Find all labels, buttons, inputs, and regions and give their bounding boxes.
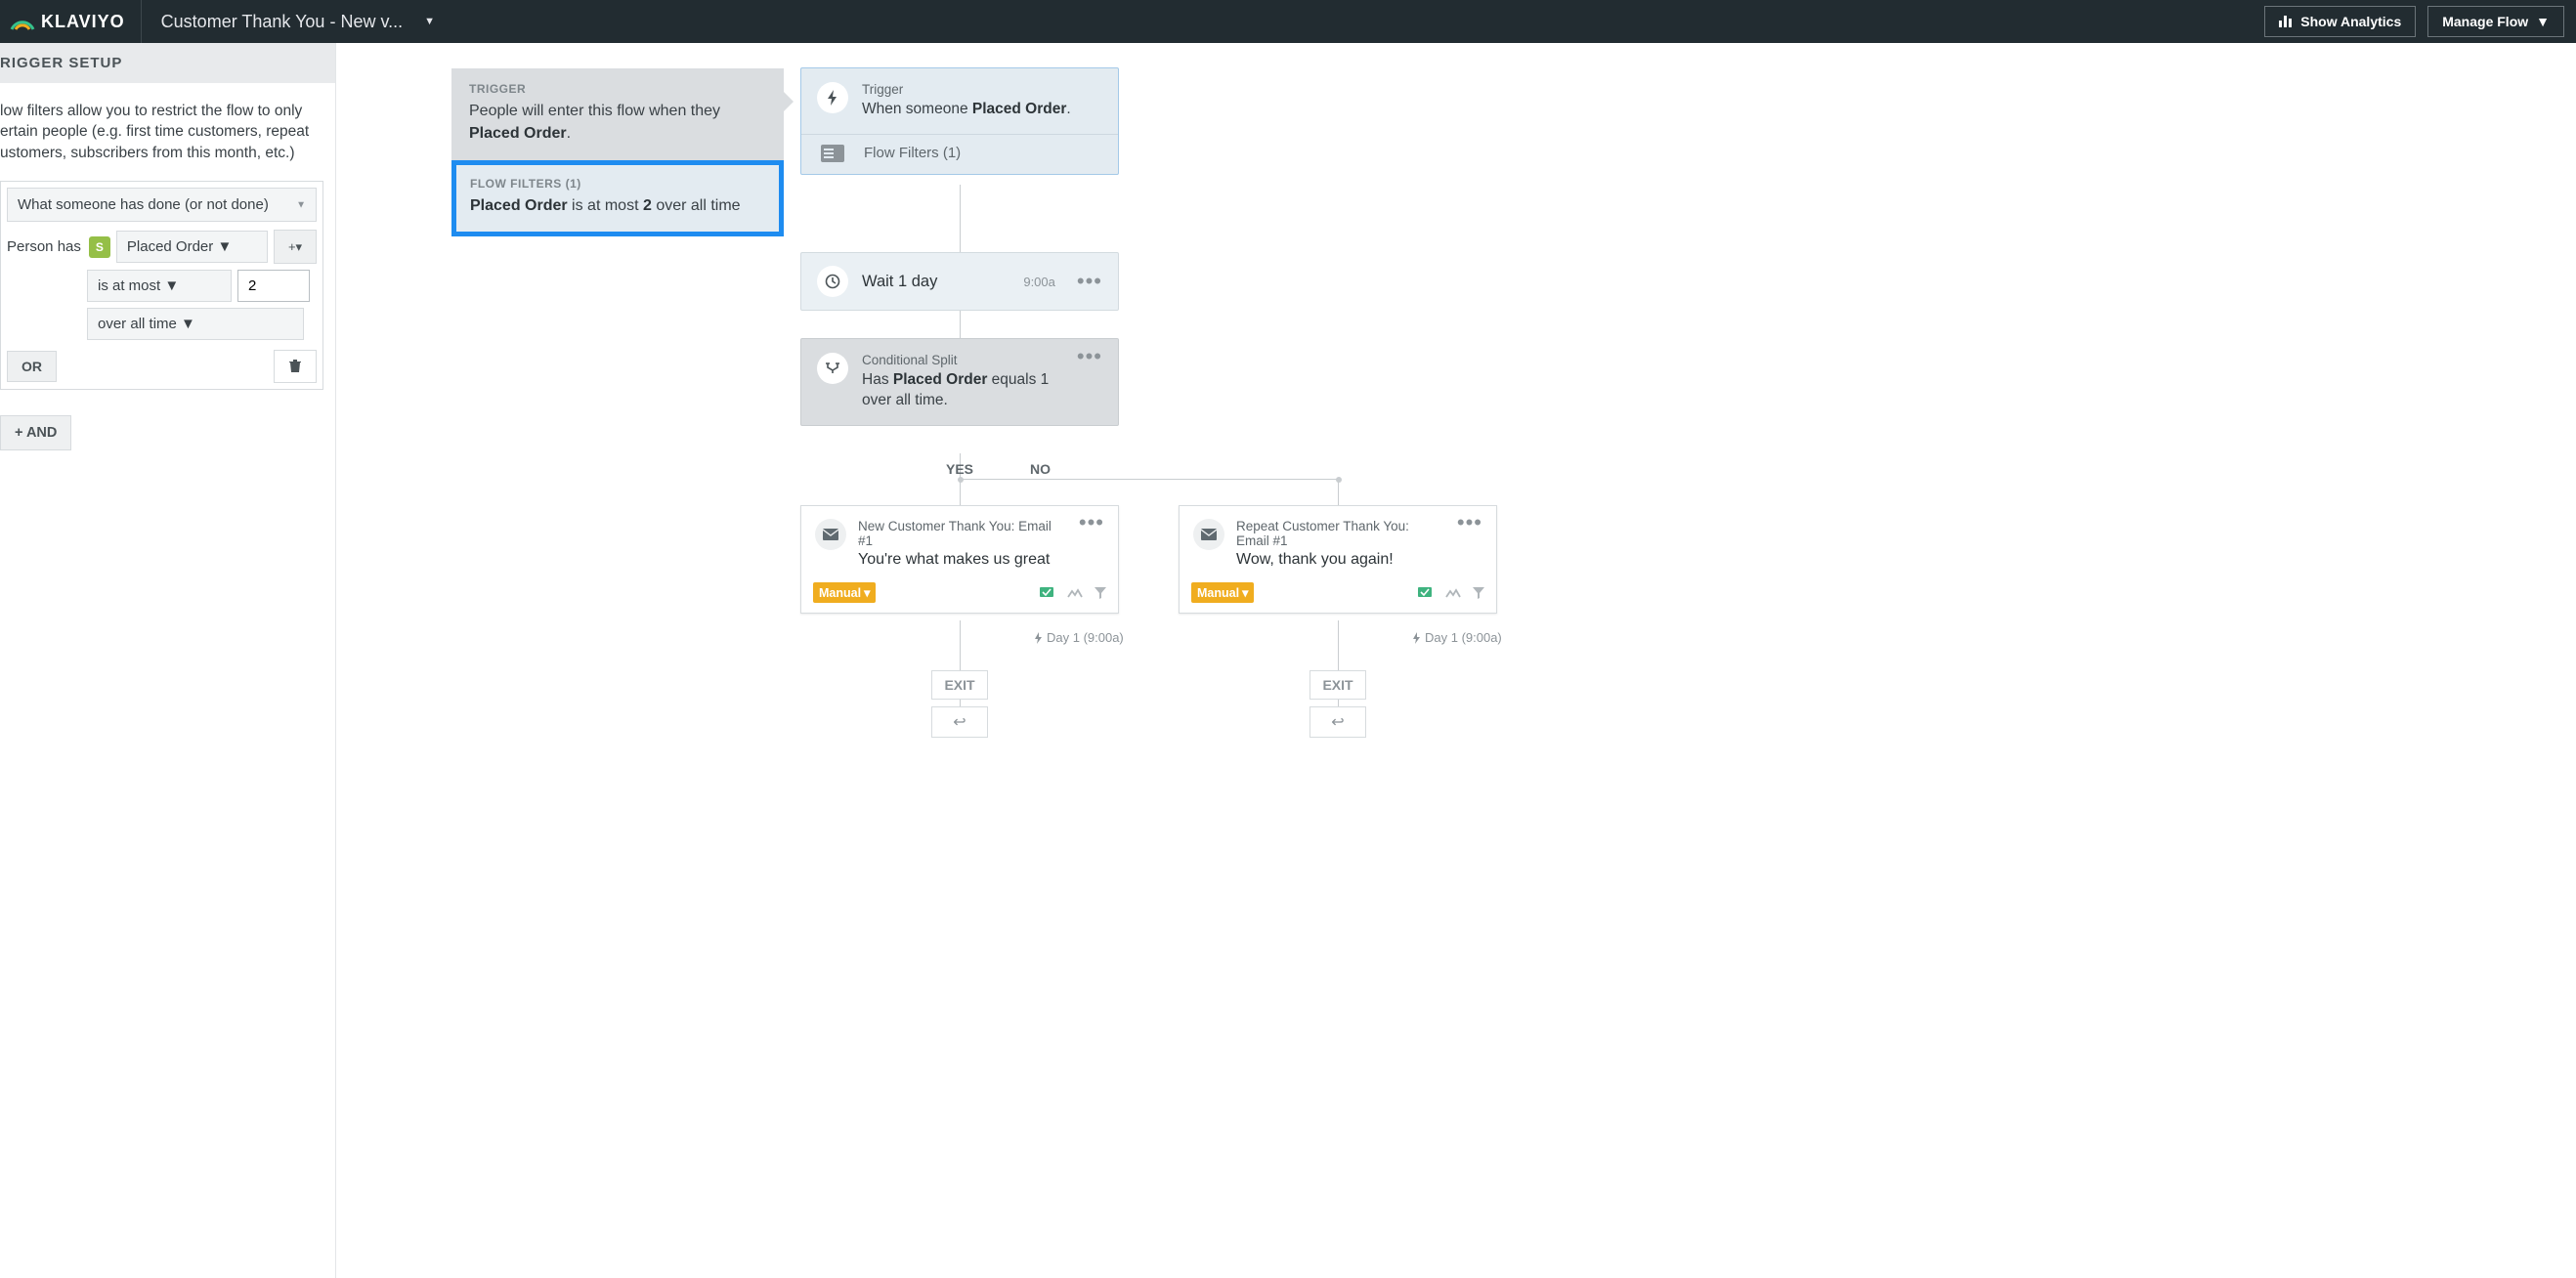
return-node[interactable]: ↩ — [1309, 706, 1366, 738]
chevron-down-icon: ▼ — [217, 238, 232, 255]
help-text: low filters allow you to restrict the fl… — [0, 101, 323, 163]
envelope-icon — [815, 519, 846, 550]
filter-group: What someone has done (or not done) ▼ Pe… — [0, 181, 323, 390]
flow-filters-popover[interactable]: FLOW FILTERS (1) Placed Order is at most… — [451, 160, 784, 235]
day-timestamp: Day 1 (9:00a) — [1412, 630, 1502, 645]
node-title: Trigger — [862, 82, 1071, 97]
wait-time: 9:00a — [1023, 275, 1055, 289]
return-icon: ↩ — [953, 714, 966, 731]
connector-dot — [1336, 477, 1342, 483]
filter-list-icon — [821, 145, 844, 162]
no-branch-label: NO — [1030, 461, 1051, 477]
trigger-setup-panel: RIGGER SETUP low filters allow you to re… — [0, 43, 336, 1278]
caret-down-icon: ▼ — [2536, 14, 2550, 29]
email-subject: Wow, thank you again! — [1236, 551, 1445, 569]
node-description: Has Placed Order equals 1 over all time. — [862, 370, 1063, 411]
shopify-icon: S — [89, 236, 110, 258]
connector-line — [1338, 699, 1339, 706]
flow-name-dropdown[interactable]: Customer Thank You - New v... ▼ — [142, 12, 435, 32]
add-filter-button[interactable]: +▾ — [274, 230, 317, 264]
day-timestamp: Day 1 (9:00a) — [1034, 630, 1124, 645]
manual-badge[interactable]: Manual ▾ — [1191, 582, 1254, 603]
exit-node[interactable]: EXIT — [931, 670, 988, 700]
trash-icon — [289, 360, 301, 373]
email-title: Repeat Customer Thank You: Email #1 — [1236, 519, 1445, 548]
connector-dot — [958, 477, 964, 483]
manage-flow-button[interactable]: Manage Flow ▼ — [2427, 6, 2564, 37]
trigger-node[interactable]: Trigger When someone Placed Order. Flow … — [800, 67, 1119, 175]
more-menu-button[interactable]: ••• — [1457, 519, 1482, 528]
filter-summary: Placed Order is at most 2 over all time — [470, 194, 765, 217]
more-menu-button[interactable]: ••• — [1077, 353, 1102, 362]
or-button[interactable]: OR — [7, 351, 57, 382]
trigger-popover: TRIGGER People will enter this flow when… — [451, 68, 784, 236]
envelope-icon — [1193, 519, 1224, 550]
klaviyo-arc-icon — [8, 8, 35, 35]
metric-select[interactable]: Placed Order ▼ — [116, 231, 268, 263]
wait-text: Wait 1 day — [862, 273, 1009, 291]
top-bar: KLAVIYO Customer Thank You - New v... ▼ … — [0, 0, 2576, 43]
connector-line — [960, 620, 961, 670]
connector-line — [1338, 620, 1339, 670]
open-rate-icon — [1067, 587, 1083, 599]
flow-filters-row[interactable]: Flow Filters (1) — [801, 134, 1118, 174]
manual-badge[interactable]: Manual ▾ — [813, 582, 876, 603]
trigger-description: People will enter this flow when they Pl… — [469, 100, 766, 145]
return-icon: ↩ — [1331, 714, 1344, 731]
funnel-icon: +▾ — [288, 239, 302, 255]
person-has-label: Person has — [7, 238, 83, 255]
bolt-icon — [1034, 632, 1043, 644]
bolt-icon — [817, 82, 848, 113]
brand-text: KLAVIYO — [41, 12, 125, 32]
conditional-split-node[interactable]: Conditional Split Has Placed Order equal… — [800, 338, 1119, 426]
open-rate-icon — [1445, 587, 1461, 599]
flow-name-text: Customer Thank You - New v... — [161, 12, 403, 32]
comparator-select[interactable]: is at most ▼ — [87, 270, 232, 302]
connector-line — [960, 479, 1339, 480]
filter-count: Flow Filters (1) — [864, 145, 961, 161]
return-node[interactable]: ↩ — [931, 706, 988, 738]
panel-header: RIGGER SETUP — [0, 43, 335, 83]
caret-down-icon: ▼ — [424, 16, 435, 27]
node-title: Conditional Split — [862, 353, 1063, 367]
chevron-down-icon: ▼ — [296, 199, 306, 210]
flow-canvas[interactable]: TRIGGER People will enter this flow when… — [336, 43, 2576, 1278]
timeframe-select[interactable]: over all time ▼ — [87, 308, 304, 340]
delivered-icon — [1418, 586, 1434, 600]
bar-chart-icon — [2279, 16, 2293, 27]
bolt-icon — [1412, 632, 1421, 644]
delete-filter-button[interactable] — [274, 350, 317, 383]
chevron-down-icon: ▼ — [164, 277, 179, 294]
and-button[interactable]: + AND — [0, 415, 71, 450]
clock-icon — [817, 266, 848, 297]
trigger-popover-top[interactable]: TRIGGER People will enter this flow when… — [451, 68, 784, 160]
funnel-icon — [1473, 587, 1484, 599]
filters-label: FLOW FILTERS (1) — [470, 177, 765, 191]
more-menu-button[interactable]: ••• — [1077, 277, 1102, 286]
connector-line — [1338, 479, 1339, 505]
email-subject: You're what makes us great — [858, 551, 1067, 569]
wait-node[interactable]: Wait 1 day 9:00a ••• — [800, 252, 1119, 311]
more-menu-button[interactable]: ••• — [1079, 519, 1104, 528]
email-node-no[interactable]: Repeat Customer Thank You: Email #1 Wow,… — [1179, 505, 1497, 614]
yes-branch-label: YES — [946, 461, 973, 477]
popover-arrow — [782, 90, 794, 113]
brand-logo[interactable]: KLAVIYO — [0, 0, 142, 43]
split-icon — [817, 353, 848, 384]
connector-line — [960, 185, 961, 252]
condition-type-select[interactable]: What someone has done (or not done) ▼ — [7, 188, 317, 222]
node-description: When someone Placed Order. — [862, 100, 1071, 120]
connector-line — [960, 699, 961, 706]
value-input[interactable] — [237, 270, 310, 302]
email-node-yes[interactable]: New Customer Thank You: Email #1 You're … — [800, 505, 1119, 614]
chevron-down-icon: ▼ — [181, 316, 195, 332]
trigger-label: TRIGGER — [469, 82, 766, 96]
delivered-icon — [1040, 586, 1055, 600]
exit-node[interactable]: EXIT — [1309, 670, 1366, 700]
funnel-icon — [1095, 587, 1106, 599]
email-title: New Customer Thank You: Email #1 — [858, 519, 1067, 548]
show-analytics-button[interactable]: Show Analytics — [2264, 6, 2416, 37]
